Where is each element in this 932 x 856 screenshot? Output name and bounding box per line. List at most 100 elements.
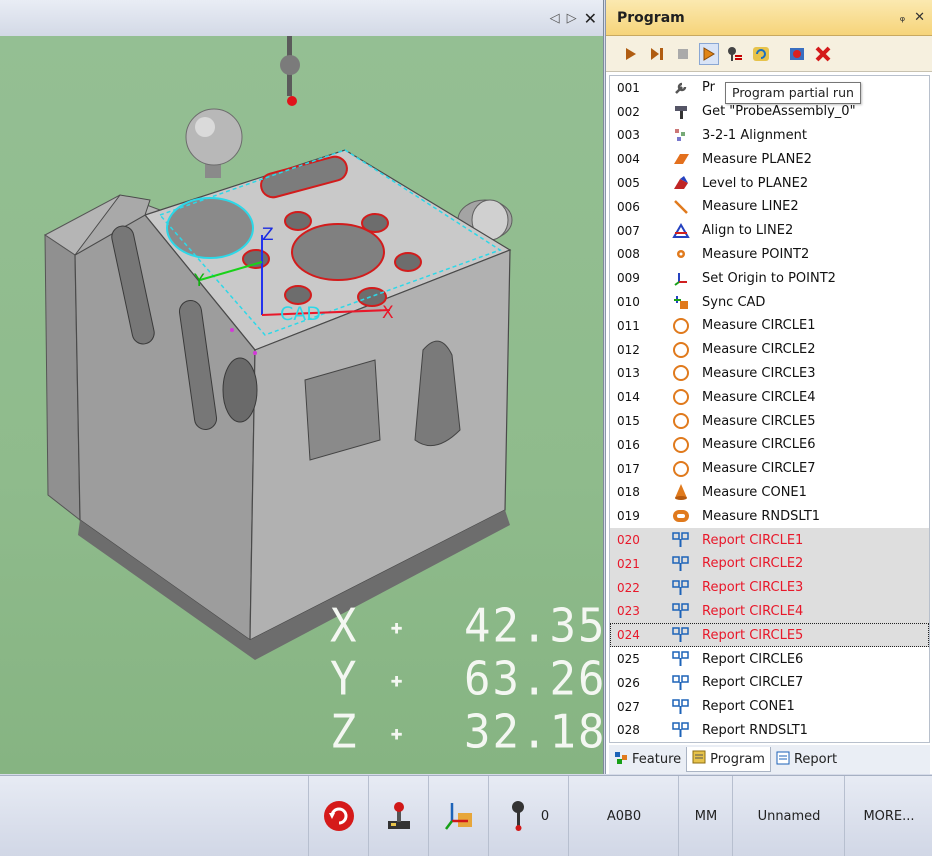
step-number: 002 [617, 104, 640, 119]
list-item[interactable]: 005 Level to PLANE2 [610, 171, 929, 195]
slot-icon [666, 507, 696, 525]
report-icon [666, 721, 696, 739]
list-item[interactable]: 016 Measure CIRCLE6 [610, 433, 929, 457]
list-item[interactable]: 023 Report CIRCLE4 [610, 599, 929, 624]
list-item[interactable]: 007 Align to LINE2 [610, 219, 929, 243]
panel-title-bar: Program ᵩ ✕ [606, 0, 932, 36]
line-icon [666, 198, 696, 216]
cad-viewport[interactable]: ◁ ▷ ✕ Z Y CAD X X ✚ 42.352 Y ✚ 63.265 Z … [0, 0, 633, 774]
list-item[interactable]: 017 Measure CIRCLE7 [610, 457, 929, 481]
stop-button[interactable] [673, 43, 693, 65]
step-label: Measure CIRCLE5 [702, 413, 816, 429]
probe-status[interactable]: 0 [488, 776, 569, 856]
step-number: 001 [617, 80, 640, 95]
coordinate-system-button[interactable] [428, 776, 489, 856]
close-pane-icon[interactable]: ✕ [584, 9, 597, 28]
delete-program-button[interactable] [813, 43, 833, 65]
coord-value: 32.185 [464, 705, 635, 760]
step-label: Report CIRCLE6 [702, 651, 804, 667]
list-item[interactable]: 020 Report CIRCLE1 [610, 528, 929, 552]
list-item[interactable]: 018 Measure CONE1 [610, 481, 929, 505]
list-item[interactable]: 028 Report RNDSLT1 [610, 719, 929, 742]
status-message-area [0, 776, 308, 856]
step-run-button[interactable] [647, 43, 667, 65]
panel-tab-bar: Feature Program Report [609, 745, 930, 774]
program-step-list[interactable]: Program partial run 001 Pr 002 Get "Prob… [609, 75, 930, 743]
coord-axis: Y [330, 652, 359, 707]
file-status[interactable]: Unnamed [732, 776, 845, 856]
axis-y-label: Y [193, 271, 205, 291]
alignment-status[interactable]: A0B0 [568, 776, 679, 856]
circle-icon [666, 341, 696, 359]
point-icon [666, 245, 696, 263]
reset-button[interactable] [308, 776, 369, 856]
step-label: Level to PLANE2 [702, 175, 809, 191]
list-item[interactable]: 021 Report CIRCLE2 [610, 551, 929, 576]
more-label: MORE... [863, 808, 915, 824]
list-item[interactable]: 019 Measure RNDSLT1 [610, 504, 929, 528]
play-icon [626, 47, 636, 60]
report-icon [666, 555, 696, 573]
step-number: 027 [617, 699, 640, 714]
step-label: Get "ProbeAssembly_0" [702, 104, 856, 120]
tab-report[interactable]: Report [771, 748, 842, 772]
list-item[interactable]: 027 Report CONE1 [610, 695, 929, 719]
tab-program[interactable]: Program [686, 747, 771, 772]
list-item[interactable]: 006 Measure LINE2 [610, 195, 929, 219]
list-item[interactable]: 012 Measure CIRCLE2 [610, 338, 929, 362]
report-icon [666, 650, 696, 668]
tab-label: Program [710, 751, 765, 767]
list-item[interactable]: 022 Report CIRCLE3 [610, 575, 929, 600]
step-number: 024 [617, 628, 640, 643]
step-number: 021 [617, 556, 640, 571]
probe-run-icon [728, 46, 742, 61]
record-button[interactable] [787, 43, 807, 65]
pin-icon[interactable]: ᵩ [900, 10, 905, 25]
list-item[interactable]: 009 Set Origin to POINT2 [610, 266, 929, 290]
report-icon [666, 579, 696, 597]
step-number: 010 [617, 295, 640, 310]
step-number: 012 [617, 342, 640, 357]
close-panel-icon[interactable]: ✕ [914, 10, 925, 25]
joystick-button[interactable] [368, 776, 429, 856]
list-item[interactable]: 015 Measure CIRCLE5 [610, 409, 929, 433]
next-pane-icon[interactable]: ▷ [567, 11, 577, 26]
list-item[interactable]: 011 Measure CIRCLE1 [610, 314, 929, 338]
list-item[interactable]: 026 Report CIRCLE7 [610, 671, 929, 695]
sync-cad-icon [666, 293, 696, 311]
plus-minus-icon: ✚ [390, 613, 405, 639]
panel-title: Program [617, 9, 685, 26]
list-item[interactable]: 024 Report CIRCLE5 [610, 623, 929, 648]
list-item[interactable]: 004 Measure PLANE2 [610, 147, 929, 171]
step-number: 028 [617, 723, 640, 738]
step-number: 020 [617, 533, 640, 548]
cone-icon [666, 483, 696, 501]
list-item[interactable]: 025 Report CIRCLE6 [610, 647, 929, 671]
probe-tip [287, 96, 297, 106]
prev-pane-icon[interactable]: ◁ [550, 11, 560, 26]
step-number: 019 [617, 509, 640, 524]
list-item[interactable]: 010 Sync CAD [610, 290, 929, 314]
step-number: 014 [617, 390, 640, 405]
run-from-cursor-button[interactable] [725, 43, 745, 65]
step-label: Align to LINE2 [702, 223, 794, 239]
reset-icon [324, 801, 354, 831]
program-panel: Program ᵩ ✕ Program partial run 001 Pr 0… [605, 0, 932, 774]
report-tab-icon [776, 751, 790, 769]
circle-icon [666, 436, 696, 454]
step-label: Report CIRCLE7 [702, 675, 804, 691]
more-button[interactable]: MORE... [844, 776, 932, 856]
list-item[interactable]: 008 Measure POINT2 [610, 243, 929, 267]
report-icon [666, 531, 696, 549]
loop-run-button[interactable] [751, 43, 771, 65]
step-icon [651, 47, 663, 60]
tab-feature[interactable]: Feature [609, 748, 686, 772]
step-number: 003 [617, 128, 640, 143]
list-item[interactable]: 013 Measure CIRCLE3 [610, 362, 929, 386]
units-status[interactable]: MM [678, 776, 733, 856]
report-icon [666, 602, 696, 620]
list-item[interactable]: 003 3-2-1 Alignment [610, 124, 929, 148]
program-partial-run-button[interactable] [699, 42, 719, 65]
run-program-button[interactable] [621, 43, 641, 65]
list-item[interactable]: 014 Measure CIRCLE4 [610, 385, 929, 409]
